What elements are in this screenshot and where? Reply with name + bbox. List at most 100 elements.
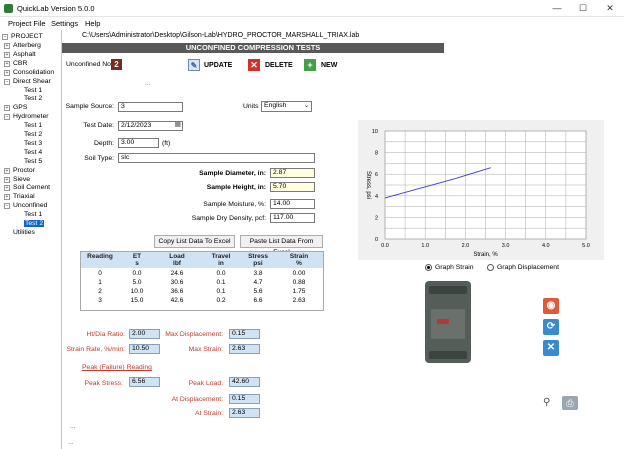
depth-field[interactable]: 3.00 [118,138,159,148]
ellipsis-bottom-1: ... [70,423,76,430]
remove-image-icon[interactable]: ✕ [543,340,559,356]
table-column-header[interactable]: Stress psi [243,253,273,267]
tree-item-test-2[interactable]: Test 2 [24,131,42,138]
tree-item-test-1[interactable]: Test 1 [24,87,42,94]
peak-load-value: 42.60 [229,377,260,387]
moisture-field[interactable]: 14.00 [270,199,315,209]
test-date-label: Test Date: [83,122,114,129]
graph-strain-label: Graph Strain [435,264,474,271]
units-select[interactable]: English ⌄ [261,101,312,112]
tree-item-project[interactable]: PROJECT [11,33,43,40]
maximize-button[interactable]: ☐ [570,0,596,17]
tree-item-asphalt[interactable]: Asphalt [13,51,36,58]
x-tick-label: 0.0 [381,243,389,249]
tree-item-test-2[interactable]: Test 2 [24,95,42,102]
camera-icon[interactable]: ◉ [543,298,559,314]
tree-item-test-3[interactable]: Test 3 [24,140,42,147]
table-cell: 0.0 [132,270,142,277]
minimize-button[interactable]: — [544,0,570,17]
tree-item-unconfined[interactable]: Unconfined [13,202,47,209]
graph-displacement-radio[interactable] [487,264,494,271]
table-cell: 5.6 [253,288,263,295]
ellipsis-top: ... [145,80,151,87]
x-tick-label: 4.0 [542,243,550,249]
printer-icon[interactable]: ⎙ [562,396,578,410]
dry-density-label: Sample Dry Density, pcf: [191,215,266,222]
y-tick-label: 8 [375,151,378,157]
table-column-header[interactable]: Strain% [285,253,313,267]
dry-density-field[interactable]: 117.00 [270,213,315,223]
tree-item-utilities[interactable]: Utilities [13,229,35,236]
tree-expander[interactable]: + [4,185,10,192]
graph-strain-radio[interactable] [425,264,432,271]
tree-expander[interactable]: + [4,194,10,201]
tree-expander[interactable]: − [4,78,10,85]
peak-stress-label: Peak Stress: [84,380,123,387]
height-field[interactable]: 5.70 [270,182,315,192]
sample-source-label: Sample Source: [65,103,114,110]
tree-item-test-2[interactable]: Test 2 [24,220,45,227]
calendar-icon[interactable]: ▦ [174,122,181,129]
tree-item-gps[interactable]: GPS [13,104,27,111]
tree-expander[interactable]: + [4,60,10,67]
soil-type-field[interactable]: slc [118,153,315,163]
tree-item-soil-cement[interactable]: Soil Cement [13,184,50,191]
tree-item-test-1[interactable]: Test 1 [24,122,42,129]
delete-x-icon: ✕ [248,59,260,71]
paste-from-excel-button[interactable]: Paste List Data From Excel [240,235,323,256]
tree-item-test-1[interactable]: Test 1 [24,211,42,218]
tree-item-proctor[interactable]: Proctor [13,167,35,174]
update-button[interactable]: ✎ UPDATE [188,59,242,72]
refresh-image-icon[interactable]: ⟳ [543,319,559,335]
column-header-unit: psi [253,259,263,267]
table-row[interactable]: 3 15.0 42.6 0.2 6.6 2.63 [81,297,323,306]
edit-icon: ✎ [188,59,200,71]
tree-expander[interactable]: + [4,69,10,76]
zoom-icon[interactable]: ⚲ [543,397,555,409]
column-header-unit: % [296,259,302,267]
delete-button[interactable]: ✕ DELETE [248,59,298,72]
ellipsis-bottom-2: ... [68,439,74,446]
menu-settings[interactable]: Settings [51,19,78,28]
chevron-down-icon: ⌄ [303,103,309,109]
tree-item-test-5[interactable]: Test 5 [24,158,42,165]
peak-reading-link[interactable]: Peak (Failure) Reading [82,364,152,371]
tree-item-atterberg[interactable]: Atterberg [13,42,41,49]
menu-project-file[interactable]: Project File [8,19,46,28]
table-row[interactable]: 1 5.0 30.6 0.1 4.7 0.88 [81,279,323,288]
tree-item-sieve[interactable]: Sieve [13,176,30,183]
tree-item-hydrometer[interactable]: Hydrometer [13,113,49,120]
tree-item-cbr[interactable]: CBR [13,60,27,67]
copy-to-excel-button[interactable]: Copy List Data To Excel [154,235,235,248]
diameter-field[interactable]: 2.87 [270,168,315,178]
table-column-header[interactable]: ET s [125,253,149,267]
tree-expander[interactable]: + [4,176,10,183]
tree-expander[interactable]: + [4,43,10,49]
table-cell: 0.2 [216,297,226,304]
peak-load-label: Peak Load: [188,380,223,387]
specimen-cap [429,286,467,294]
table-column-header[interactable]: Reading [87,253,113,261]
tree-expander[interactable]: − [4,114,10,121]
table-column-header[interactable]: Travel in [203,253,239,267]
table-column-header[interactable]: Load lbf [163,253,191,267]
tree-item-direct-shear[interactable]: Direct Shear [13,78,51,85]
tree-item-test-4[interactable]: Test 4 [24,149,42,156]
new-button[interactable]: + NEW [304,59,346,72]
menu-help[interactable]: Help [85,19,100,28]
sample-source-field[interactable]: 3 [118,102,183,112]
readings-table[interactable]: Reading ET s Load lbf Travel in Stress psi Strain… [80,251,324,311]
tree-expander[interactable]: + [4,51,10,58]
table-row[interactable]: 2 10.0 36.6 0.1 5.6 1.75 [81,288,323,297]
tree-item-triaxial[interactable]: Triaxial [13,193,35,200]
tree-expander[interactable]: + [4,105,10,112]
tree-item-consolidation[interactable]: Consolidation [13,69,54,76]
tree-expander[interactable]: − [4,203,10,210]
close-button[interactable]: ✕ [597,0,623,17]
test-date-picker[interactable]: 2/12/2023 ▦ [118,121,183,131]
table-cell: 3 [98,297,102,304]
tree-expander[interactable]: + [4,167,10,174]
tree-expander[interactable]: − [2,34,8,40]
table-row[interactable]: 0 0.0 24.6 0.0 3.8 0.00 [81,270,323,279]
y-tick-label: 10 [372,129,378,135]
